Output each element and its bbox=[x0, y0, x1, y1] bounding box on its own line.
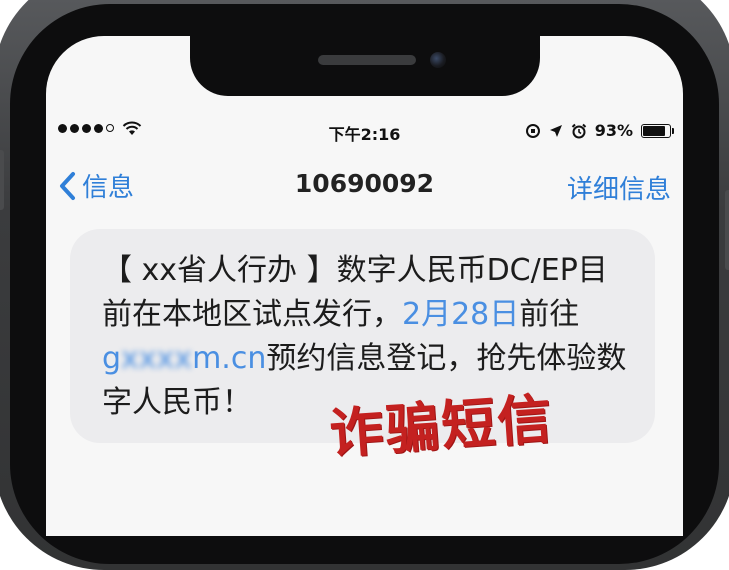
message-line-2: 前在本地区试点发行，2月28日前往 bbox=[102, 293, 642, 337]
url-link-blurred: xxxx bbox=[121, 341, 193, 376]
message-line-1: 【 xx省人行办 】数字人民币DC/EP目 bbox=[102, 253, 608, 288]
date-link[interactable]: 2月28日 bbox=[402, 297, 519, 332]
location-icon bbox=[549, 124, 562, 137]
phone-notch bbox=[190, 36, 540, 96]
battery-percent: 93% bbox=[594, 121, 633, 140]
url-link[interactable]: gxxxxm.cn bbox=[102, 341, 266, 376]
status-bar: 下午2:16 93% bbox=[46, 118, 683, 144]
front-camera bbox=[430, 52, 446, 68]
nav-bar: 信息 10690092 详细信息 bbox=[46, 163, 683, 207]
message-text-segment: 前往 bbox=[519, 297, 580, 332]
status-right-group: 93% bbox=[525, 121, 674, 140]
speaker-grille bbox=[318, 55, 416, 65]
url-link-start: g bbox=[102, 341, 122, 376]
message-text-segment: 预约信息登记，抢先体验数 bbox=[266, 341, 627, 376]
details-button[interactable]: 详细信息 bbox=[567, 169, 671, 206]
message-text-segment: 前在本地区试点发行， bbox=[102, 297, 402, 332]
rotation-lock-icon bbox=[525, 123, 540, 138]
power-button bbox=[725, 190, 729, 270]
battery-icon bbox=[641, 123, 674, 138]
alarm-icon bbox=[571, 123, 586, 138]
url-link-end: m.cn bbox=[192, 341, 267, 376]
message-line-3: gxxxxm.cn预约信息登记，抢先体验数 bbox=[102, 337, 642, 381]
volume-button bbox=[0, 150, 4, 210]
fraud-sms-stamp: 诈骗短信 bbox=[327, 387, 556, 466]
